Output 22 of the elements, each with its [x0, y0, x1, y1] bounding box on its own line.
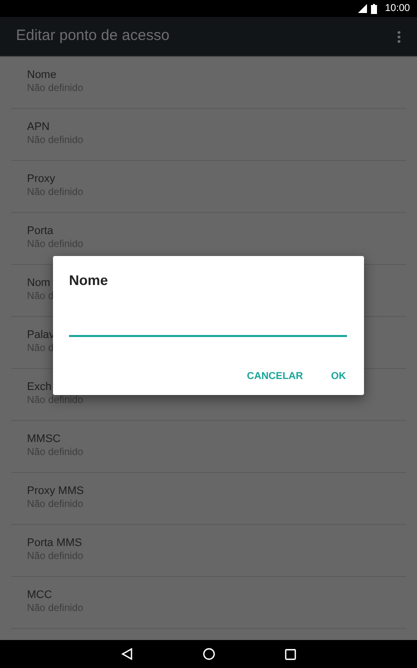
- cancel-button[interactable]: CANCELAR: [240, 365, 309, 388]
- setting-title: Palav: [27, 328, 55, 342]
- time-text: 10:00: [384, 2, 410, 16]
- setting-title: MCC: [27, 588, 52, 602]
- dialog-title: Nome: [69, 271, 108, 290]
- back-icon[interactable]: [121, 648, 133, 660]
- more-options-icon[interactable]: [397, 30, 401, 42]
- recents-icon[interactable]: [285, 648, 296, 660]
- app-bar-title: Editar ponto de acesso: [16, 26, 170, 46]
- setting-title: Porta MMS: [27, 536, 82, 550]
- setting-title: Exch: [27, 380, 52, 394]
- setting-title: Proxy: [27, 172, 56, 186]
- battery-icon: [370, 4, 377, 14]
- setting-title: Nom: [27, 276, 50, 290]
- ok-button[interactable]: OK: [325, 365, 352, 388]
- setting-title: Porta: [27, 224, 54, 238]
- setting-title: MMSC: [27, 432, 61, 446]
- setting-title: Nome: [27, 68, 56, 82]
- signal-icon: [358, 4, 367, 13]
- home-icon[interactable]: [203, 648, 215, 660]
- setting-title: Proxy MMS: [27, 484, 84, 498]
- setting-title: APN: [27, 120, 50, 134]
